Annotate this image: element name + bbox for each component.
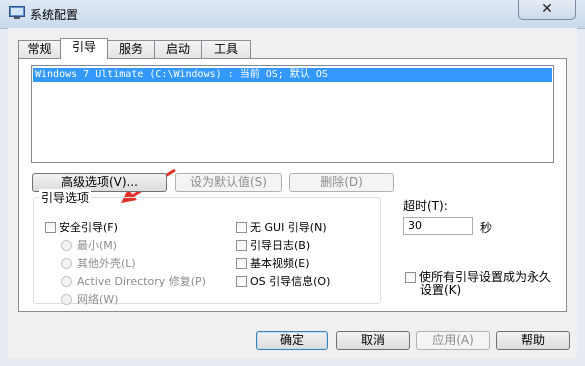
checkbox-box[interactable] bbox=[45, 222, 56, 233]
apply-button[interactable]: 应用(A) bbox=[416, 331, 490, 350]
boot-log-label: 引导日志(B) bbox=[250, 239, 311, 252]
tab-label: 引导 bbox=[71, 40, 96, 54]
base-video-checkbox[interactable]: 基本视频(E) bbox=[236, 257, 310, 271]
boot-log-checkbox[interactable]: 引导日志(B) bbox=[236, 239, 310, 253]
timeout-unit: 秒 bbox=[480, 221, 493, 235]
close-button[interactable]: ✕ bbox=[518, 0, 576, 20]
radio-circle[interactable] bbox=[61, 240, 72, 251]
tab-tools[interactable]: 工具 bbox=[201, 40, 251, 58]
title-bar: 系统配置 ✕ bbox=[0, 0, 585, 29]
os-boot-info-checkbox[interactable]: OS 引导信息(O) bbox=[236, 275, 330, 289]
checkbox-box[interactable] bbox=[236, 240, 247, 251]
tab-label: 常规 bbox=[27, 42, 52, 56]
tab-services[interactable]: 服务 bbox=[107, 40, 155, 58]
help-button[interactable]: 帮助 bbox=[496, 331, 570, 350]
ad-repair-label: Active Directory 修复(P) bbox=[77, 275, 206, 288]
boot-entry-row[interactable]: Windows 7 Ultimate (C:\Windows) : 当前 OS;… bbox=[33, 68, 552, 82]
minimal-label: 最小(M) bbox=[77, 239, 118, 252]
tab-label: 启动 bbox=[165, 42, 190, 56]
radio-circle[interactable] bbox=[61, 276, 72, 287]
dialog-body: 常规 引导 服务 启动 工具 Windows 7 Ultimate (C:\Wi… bbox=[8, 28, 577, 358]
timeout-input[interactable]: 30 bbox=[403, 217, 473, 235]
checkbox-box[interactable] bbox=[405, 272, 416, 283]
tab-boot[interactable]: 引导 bbox=[60, 38, 108, 59]
minimal-radio[interactable]: 最小(M) bbox=[61, 239, 117, 253]
timeout-label: 超时(T): bbox=[403, 199, 448, 213]
tab-label: 工具 bbox=[213, 42, 238, 56]
system-config-icon bbox=[9, 6, 25, 19]
tab-general[interactable]: 常规 bbox=[18, 40, 61, 58]
set-default-button[interactable]: 设为默认值(S) bbox=[175, 173, 282, 192]
cancel-button[interactable]: 取消 bbox=[336, 331, 410, 350]
checkbox-box[interactable] bbox=[236, 276, 247, 287]
radio-circle[interactable] bbox=[61, 294, 72, 305]
base-video-label: 基本视频(E) bbox=[250, 257, 310, 270]
radio-circle[interactable] bbox=[61, 258, 72, 269]
boot-entry-list[interactable]: Windows 7 Ultimate (C:\Windows) : 当前 OS;… bbox=[31, 65, 554, 163]
network-label: 网络(W) bbox=[77, 293, 119, 306]
delete-button[interactable]: 删除(D) bbox=[289, 173, 394, 192]
checkbox-box[interactable] bbox=[236, 222, 247, 233]
tab-label: 服务 bbox=[118, 42, 143, 56]
ad-repair-radio[interactable]: Active Directory 修复(P) bbox=[61, 275, 206, 289]
window-title: 系统配置 bbox=[30, 8, 79, 22]
os-boot-info-label: OS 引导信息(O) bbox=[250, 275, 331, 288]
make-permanent-label: 使所有引导设置成为永久 bbox=[419, 270, 552, 284]
no-gui-label: 无 GUI 引导(N) bbox=[250, 221, 327, 234]
tab-startup[interactable]: 启动 bbox=[154, 40, 202, 58]
make-permanent-checkbox[interactable]: 使所有引导设置成为永久 设置(K) bbox=[405, 271, 551, 297]
make-permanent-label-cont: 设置(K) bbox=[420, 283, 462, 297]
ok-button[interactable]: 确定 bbox=[256, 331, 328, 350]
safe-boot-checkbox[interactable]: 安全引导(F) bbox=[45, 221, 118, 235]
boot-tab-panel: Windows 7 Ultimate (C:\Windows) : 当前 OS;… bbox=[18, 58, 567, 312]
close-icon: ✕ bbox=[541, 1, 553, 17]
no-gui-boot-checkbox[interactable]: 无 GUI 引导(N) bbox=[236, 221, 327, 235]
safe-boot-label: 安全引导(F) bbox=[59, 221, 118, 234]
checkbox-box[interactable] bbox=[236, 258, 247, 269]
alternate-shell-label: 其他外壳(L) bbox=[77, 257, 136, 270]
network-radio[interactable]: 网络(W) bbox=[61, 293, 118, 307]
boot-options-title: 引导选项 bbox=[39, 189, 92, 206]
alternate-shell-radio[interactable]: 其他外壳(L) bbox=[61, 257, 136, 271]
